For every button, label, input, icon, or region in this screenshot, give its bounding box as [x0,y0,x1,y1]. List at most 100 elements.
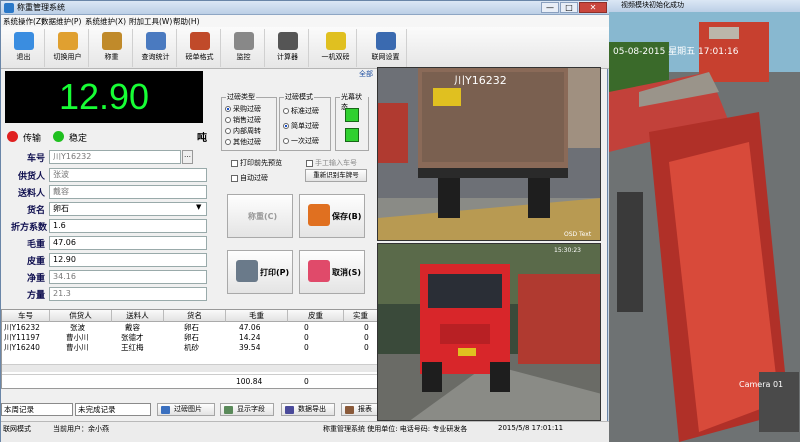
volume-field[interactable]: 21.3 [49,287,207,301]
transmit-led [7,131,18,142]
camera-view-2[interactable]: 15:30:23 [377,243,601,421]
plate-lookup-button[interactable]: … [182,150,193,164]
weight-unit: 吨 [197,133,207,144]
camera-view-1[interactable]: 川Y16232 OSD Text [377,67,601,241]
cell-supplier: 曹小川 [66,343,89,352]
weigh-button[interactable]: 称重(C) [227,194,293,238]
weight-display: 12.90 [5,71,203,123]
menu-system-ops[interactable]: 系统操作(Z) [3,16,44,27]
reidentify-plate-button[interactable]: 重新识别车牌号 [305,169,367,182]
col-plate[interactable]: 车号 [2,310,50,322]
coefficient-label: 折方系数 [10,223,47,233]
print-button[interactable]: 打印(P) [227,250,293,294]
total-divider [2,374,378,375]
tare-field[interactable]: 12.90 [49,253,207,267]
image-icon [161,406,170,414]
window-title: 称重管理系统 [17,3,65,12]
menu-data-maint[interactable]: 数据维护(P) [41,16,81,27]
printer-icon [236,260,258,282]
supplier-label: 供货人 [17,172,45,182]
weigh-type-group: 过磅类型 采购过磅 销售过磅 内部周转 其他过磅 [221,92,277,151]
weigh-photos-button[interactable]: 过磅图片 [157,403,215,416]
goods-select[interactable]: 卵石 [49,202,207,216]
cell-net: 0 [364,333,369,342]
status-system: 称重管理系统 使用单位: 电话号码: 专业研发各 [323,425,468,433]
title-bar: 称重管理系统 — □ ✕ [1,1,609,15]
cell-deliverer: 王红梅 [121,343,144,352]
menu-extra-tools[interactable]: 附加工具(W) [129,16,172,27]
cell-tare: 0 [304,323,309,332]
coefficient-field[interactable]: 1.6 [49,219,207,233]
print-preview-checkbox[interactable]: 打印前先预览 [231,158,282,168]
exit-button[interactable]: 退出 [3,29,45,67]
show-fields-button[interactable]: 显示字段 [220,403,274,416]
tare-label: 皮重 [26,257,45,267]
plate-label: 车号 [26,154,45,164]
plate-field[interactable]: 川Y16232 [49,150,181,164]
period-select[interactable]: 本周记录 [1,403,73,416]
switch-user-button[interactable]: 切换用户 [47,29,89,67]
radio-standard[interactable]: 标准过磅 [283,106,319,116]
supplier-field[interactable]: 张波 [49,168,207,182]
col-tare[interactable]: 皮重 [288,310,344,322]
deliverer-field[interactable]: 戴容 [49,185,207,199]
network-icon [375,32,396,50]
camera2-time: 15:30:23 [554,247,581,254]
status-bar: 联网模式 当前用户：余小燕 称重管理系统 使用单位: 电话号码: 专业研发各 2… [1,421,609,442]
calculator-button[interactable]: 计算器 [267,29,309,67]
toolbar: 退出 切换用户 称重 查询统计 磅单格式 监控 计算器 一机双磅 联网设置 [1,27,609,69]
export-button[interactable]: 数据导出 [281,403,335,416]
cell-net: 0 [364,343,369,352]
cell-plate: 川Y16240 [4,343,40,352]
radio-purchase[interactable]: 采购过磅 [225,104,261,114]
full-screen-link[interactable]: 全部 [359,69,373,79]
radio-other[interactable]: 其他过磅 [225,137,261,147]
weigh-mode-group: 过磅模式 标准过磅 简单过磅 一次过磅 [279,92,331,151]
menu-help[interactable]: 帮助(H) [173,16,200,27]
weigh-tool-button[interactable]: 称重 [91,29,133,67]
radio-internal[interactable]: 内部周转 [225,126,261,136]
users-icon [57,32,78,50]
app-icon [4,3,14,13]
menu-system-maint[interactable]: 系统维护(X) [85,16,126,27]
truck-icon [325,32,346,50]
stable-led [53,131,64,142]
exit-icon [13,32,34,50]
col-gross[interactable]: 毛重 [226,310,288,322]
col-net[interactable]: 实重 [344,310,378,322]
net-field[interactable]: 34.16 [49,270,207,284]
status-filter-select[interactable]: 未完成记录 [75,403,151,416]
total-gross: 100.84 [236,377,263,386]
dual-scale-button[interactable]: 一机双磅 [315,29,357,67]
cell-supplier: 曹小川 [66,333,89,342]
cell-tare: 0 [304,333,309,342]
manual-plate-checkbox[interactable]: 手工输入车号 [306,158,357,168]
radio-sales[interactable]: 销售过磅 [225,115,261,125]
total-tare: 0 [304,377,309,386]
monitor-button[interactable]: 监控 [223,29,265,67]
cell-tare: 0 [304,343,309,352]
network-settings-button[interactable]: 联网设置 [365,29,407,67]
cell-deliverer: 张德才 [121,333,144,342]
light-curtain-group: 光幕状态 [335,92,369,151]
light-indicator-2 [345,128,359,142]
col-goods[interactable]: 货名 [164,310,226,322]
gross-field[interactable]: 47.06 [49,236,207,250]
ticket-format-button[interactable]: 磅单格式 [179,29,221,67]
minimize-button[interactable]: — [541,2,559,13]
close-button[interactable]: ✕ [579,2,607,13]
col-supplier[interactable]: 供货人 [50,310,112,322]
save-icon [308,204,330,226]
export-icon [285,406,294,414]
maximize-button[interactable]: □ [560,2,578,13]
col-deliverer[interactable]: 送料人 [112,310,164,322]
save-button[interactable]: 保存(B) [299,194,365,238]
transmit-label: 传输 [23,134,42,144]
radio-simple[interactable]: 简单过磅 [283,121,319,131]
horizontal-scrollbar[interactable] [2,364,378,372]
query-stats-button[interactable]: 查询统计 [135,29,177,67]
cancel-button[interactable]: 取消(S) [299,250,365,294]
auto-weigh-checkbox[interactable]: 自动过磅 [231,173,268,183]
report-button[interactable]: 报表 [341,403,379,416]
radio-once[interactable]: 一次过磅 [283,136,319,146]
